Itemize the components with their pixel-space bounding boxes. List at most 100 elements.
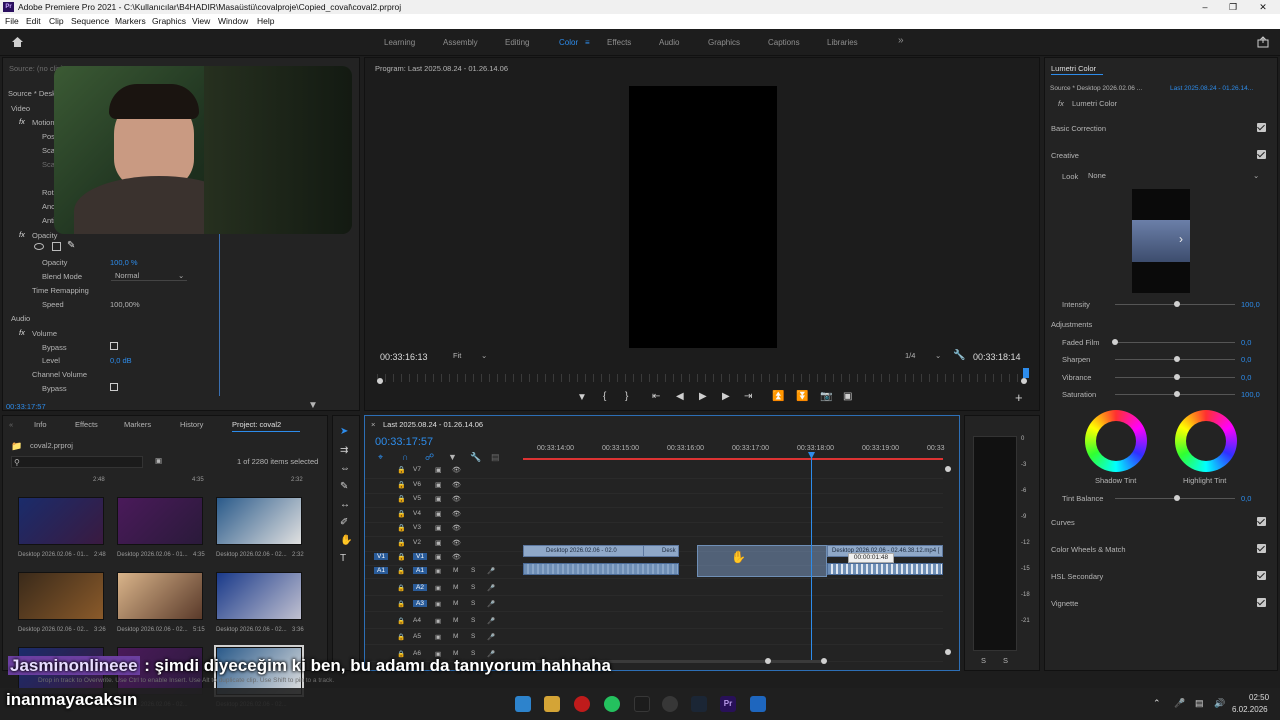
sync-lock-icon[interactable]: ▣	[435, 633, 441, 641]
solo-button[interactable]: S	[471, 567, 475, 574]
source-patch-a1[interactable]: A1	[374, 567, 388, 574]
menu-markers[interactable]: Markers	[115, 16, 146, 26]
microphone-icon[interactable]: 🎤	[1174, 698, 1185, 709]
file-explorer-icon[interactable]	[544, 696, 560, 712]
eye-icon[interactable]: 👁	[452, 481, 461, 489]
sync-lock-icon[interactable]: ▣	[435, 584, 441, 592]
workspace-learning[interactable]: Learning	[384, 38, 415, 47]
voiceover-mic-icon[interactable]: 🎤	[487, 584, 495, 592]
sync-lock-icon[interactable]: ▣	[435, 539, 442, 547]
project-thumbnail[interactable]	[216, 572, 302, 620]
vibrance-value[interactable]: 0,0	[1241, 373, 1251, 382]
workspace-audio[interactable]: Audio	[659, 38, 679, 47]
share-icon[interactable]	[1257, 36, 1269, 48]
mute-button[interactable]: M	[453, 584, 458, 591]
menu-sequence[interactable]: Sequence	[71, 16, 109, 26]
menu-window[interactable]: Window	[218, 16, 248, 26]
timeline-ruler[interactable]: 00:33:14:00 00:33:15:00 00:33:16:00 00:33:1…	[523, 436, 945, 462]
lock-icon[interactable]: 🔒	[397, 481, 406, 489]
adjustments-label[interactable]: Adjustments	[1051, 320, 1092, 329]
tab-info[interactable]: Info	[34, 420, 47, 429]
type-tool-icon[interactable]: T	[340, 553, 346, 564]
audio-track-label[interactable]: A3	[413, 600, 427, 607]
home-icon[interactable]	[11, 36, 24, 48]
audio-track-label[interactable]: A5	[413, 633, 421, 640]
eye-icon[interactable]: 👁	[452, 495, 461, 503]
add-marker-icon-tl[interactable]: ▼	[448, 452, 457, 462]
audio-track-label[interactable]: A2	[413, 583, 427, 591]
clock-date[interactable]: 6.02.2026	[1232, 705, 1268, 714]
project-search-input[interactable]: ⚲	[11, 456, 143, 468]
scroll-handle-left[interactable]	[765, 658, 771, 664]
extract-icon[interactable]: ⏬	[796, 391, 808, 402]
timeline-tab[interactable]: Last 2025.08.24 - 01.26.14.06	[383, 420, 483, 429]
razor-icon[interactable]: ✎	[340, 481, 348, 492]
color-wheels-checkbox[interactable]	[1257, 544, 1266, 553]
filter-icon[interactable]: ▼	[308, 400, 318, 411]
mute-button[interactable]: M	[453, 633, 458, 640]
workspace-overflow-icon[interactable]: »	[898, 35, 904, 46]
sync-lock-icon[interactable]: ▣	[435, 600, 441, 608]
program-title[interactable]: Program: Last 2025.08.24 - 01.26.14.06	[375, 64, 508, 73]
play-icon[interactable]: ▶	[699, 391, 707, 402]
pen-tool-icon[interactable]: ✐	[340, 517, 348, 528]
add-button-icon[interactable]: +	[1015, 390, 1023, 405]
pen-mask-icon[interactable]: ✎	[67, 240, 75, 251]
audio-track-row[interactable]	[365, 597, 943, 612]
workspace-editing[interactable]: Editing	[505, 38, 529, 47]
effect-controls-timecode[interactable]: 00:33:17:57	[6, 402, 46, 411]
lock-icon[interactable]: 🔒	[397, 539, 406, 547]
eye-icon[interactable]: 👁	[452, 524, 461, 532]
tab-effects[interactable]: Effects	[75, 420, 98, 429]
add-marker-icon[interactable]: ▼	[577, 392, 587, 403]
video-track-label[interactable]: V7	[413, 466, 421, 473]
opacity-value[interactable]: 100,0 %	[110, 258, 138, 267]
video-track-label[interactable]: V5	[413, 495, 421, 502]
zoom-handle-left[interactable]	[377, 378, 383, 384]
workspace-captions[interactable]: Captions	[768, 38, 800, 47]
program-ruler[interactable]	[377, 374, 1027, 382]
tint-balance-value[interactable]: 0,0	[1241, 494, 1251, 503]
linked-selection-icon[interactable]: ☍	[425, 452, 434, 463]
sharpen-value[interactable]: 0,0	[1241, 355, 1251, 364]
saturation-knob[interactable]	[1174, 391, 1180, 397]
video-clip-2[interactable]: Desk	[643, 545, 679, 557]
lock-icon[interactable]: 🔒	[397, 510, 406, 518]
mute-button[interactable]: M	[453, 600, 458, 607]
menu-edit[interactable]: Edit	[26, 16, 41, 26]
timeline-settings-icon[interactable]: 🔧	[470, 452, 481, 463]
steam-icon[interactable]	[691, 696, 707, 712]
audio-track-row[interactable]	[365, 630, 943, 645]
voiceover-mic-icon[interactable]: 🎤	[487, 567, 495, 575]
tab-history[interactable]: History	[180, 420, 203, 429]
fx-icon[interactable]: fx	[19, 117, 25, 126]
panel-overflow-icon[interactable]: «	[9, 420, 13, 429]
sync-lock-icon[interactable]: ▣	[435, 567, 441, 575]
wrench-icon[interactable]: 🔧	[953, 350, 965, 361]
bypass2-checkbox[interactable]	[110, 383, 118, 391]
faded-film-slider[interactable]	[1115, 342, 1235, 343]
program-timecode-left[interactable]: 00:33:16:13	[380, 352, 428, 362]
faded-film-value[interactable]: 0,0	[1241, 338, 1251, 347]
eye-icon[interactable]: 👁	[452, 553, 461, 561]
zoom-handle-right[interactable]	[1021, 378, 1027, 384]
voiceover-mic-icon[interactable]: 🎤	[487, 617, 495, 625]
opera-icon[interactable]	[574, 696, 590, 712]
source-patch-v1[interactable]: V1	[374, 553, 388, 560]
video-track-label[interactable]: V2	[413, 539, 421, 546]
github-icon[interactable]	[662, 696, 678, 712]
sync-lock-icon[interactable]: ▣	[435, 617, 441, 625]
color-wheels-section[interactable]: Color Wheels & Match	[1051, 545, 1126, 554]
tint-balance-knob[interactable]	[1174, 495, 1180, 501]
audio-track-label[interactable]: A1	[413, 567, 427, 574]
clock-time[interactable]: 02:50	[1249, 693, 1269, 702]
tab-markers[interactable]: Markers	[124, 420, 151, 429]
creative-checkbox[interactable]	[1257, 150, 1266, 159]
sync-lock-icon[interactable]: ▣	[435, 495, 442, 503]
solo-left-button[interactable]: S	[981, 656, 986, 665]
fit-select[interactable]: Fit ⌄	[449, 350, 491, 361]
workspace-menu-icon[interactable]: ≡	[585, 38, 590, 47]
volume-icon[interactable]: 🔊	[1214, 698, 1225, 709]
speed-value[interactable]: 100,00%	[110, 300, 140, 309]
menu-view[interactable]: View	[192, 16, 210, 26]
